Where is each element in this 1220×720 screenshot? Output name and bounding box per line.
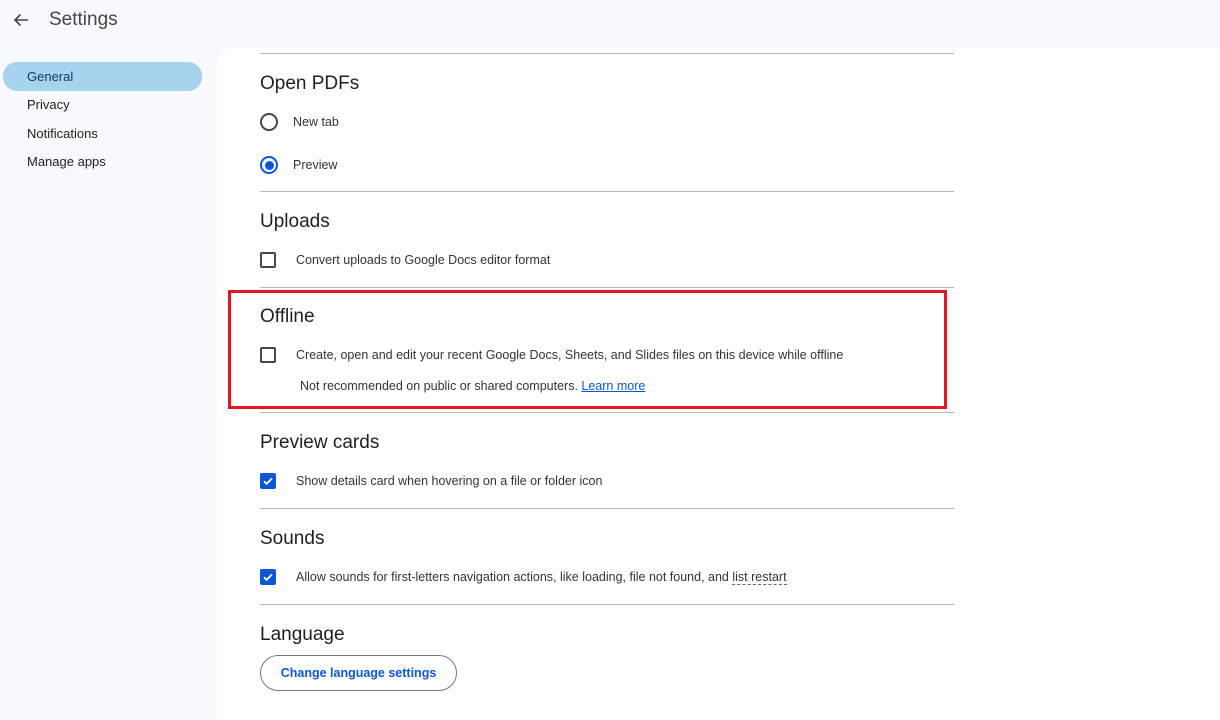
section-title-language: Language: [260, 624, 345, 645]
sounds-checkbox[interactable]: [260, 569, 276, 585]
change-language-button[interactable]: Change language settings: [260, 655, 457, 691]
section-title-open-pdfs: Open PDFs: [260, 73, 360, 94]
page-title: Settings: [49, 9, 118, 30]
convert-uploads-checkbox[interactable]: [260, 252, 276, 268]
checkbox-label: Allow sounds for first-letters navigatio…: [296, 570, 787, 585]
radio-option-new-tab[interactable]: New tab: [260, 113, 339, 131]
checkbox-label: Convert uploads to Google Docs editor fo…: [296, 253, 551, 267]
sidebar-item-label: Manage apps: [27, 154, 106, 170]
back-button[interactable]: [10, 8, 32, 32]
radio-preview[interactable]: [260, 156, 278, 174]
preview-cards-option[interactable]: Show details card when hovering on a fil…: [260, 473, 602, 489]
sidebar-item-label: General: [27, 68, 74, 84]
top-bar: Settings: [0, 0, 1220, 48]
checkbox-label: Show details card when hovering on a fil…: [296, 474, 603, 488]
uploads-option[interactable]: Convert uploads to Google Docs editor fo…: [260, 252, 550, 268]
sidebar-item-manage-apps[interactable]: Manage apps: [3, 148, 202, 177]
radio-option-preview[interactable]: Preview: [260, 156, 337, 174]
radio-label: Preview: [293, 158, 338, 172]
divider: [260, 412, 954, 413]
sidebar: General Privacy Notifications Manage app…: [0, 62, 210, 176]
checkmark-icon: [263, 573, 273, 582]
divider: [260, 53, 954, 54]
sidebar-item-label: Privacy: [27, 97, 70, 113]
radio-label: New tab: [293, 115, 339, 129]
sidebar-item-privacy[interactable]: Privacy: [3, 91, 202, 120]
divider: [260, 191, 954, 192]
radio-new-tab[interactable]: [260, 113, 278, 131]
checkmark-icon: [263, 477, 273, 486]
arrow-left-icon: [13, 13, 28, 27]
checkbox-label-text: Allow sounds for first-letters navigatio…: [296, 570, 729, 584]
sounds-option[interactable]: Allow sounds for first-letters navigatio…: [260, 569, 787, 585]
list-restart-term[interactable]: list restart: [732, 570, 787, 585]
divider: [260, 508, 954, 509]
sidebar-item-notifications[interactable]: Notifications: [3, 119, 202, 148]
section-title-sounds: Sounds: [260, 528, 325, 549]
divider: [260, 604, 954, 605]
section-title-preview-cards: Preview cards: [260, 432, 380, 453]
highlight-box: [228, 290, 947, 409]
preview-cards-checkbox[interactable]: [260, 473, 276, 489]
section-title-uploads: Uploads: [260, 211, 330, 232]
divider: [260, 287, 954, 288]
sidebar-item-label: Notifications: [27, 125, 98, 141]
sidebar-item-general[interactable]: General: [3, 62, 202, 91]
